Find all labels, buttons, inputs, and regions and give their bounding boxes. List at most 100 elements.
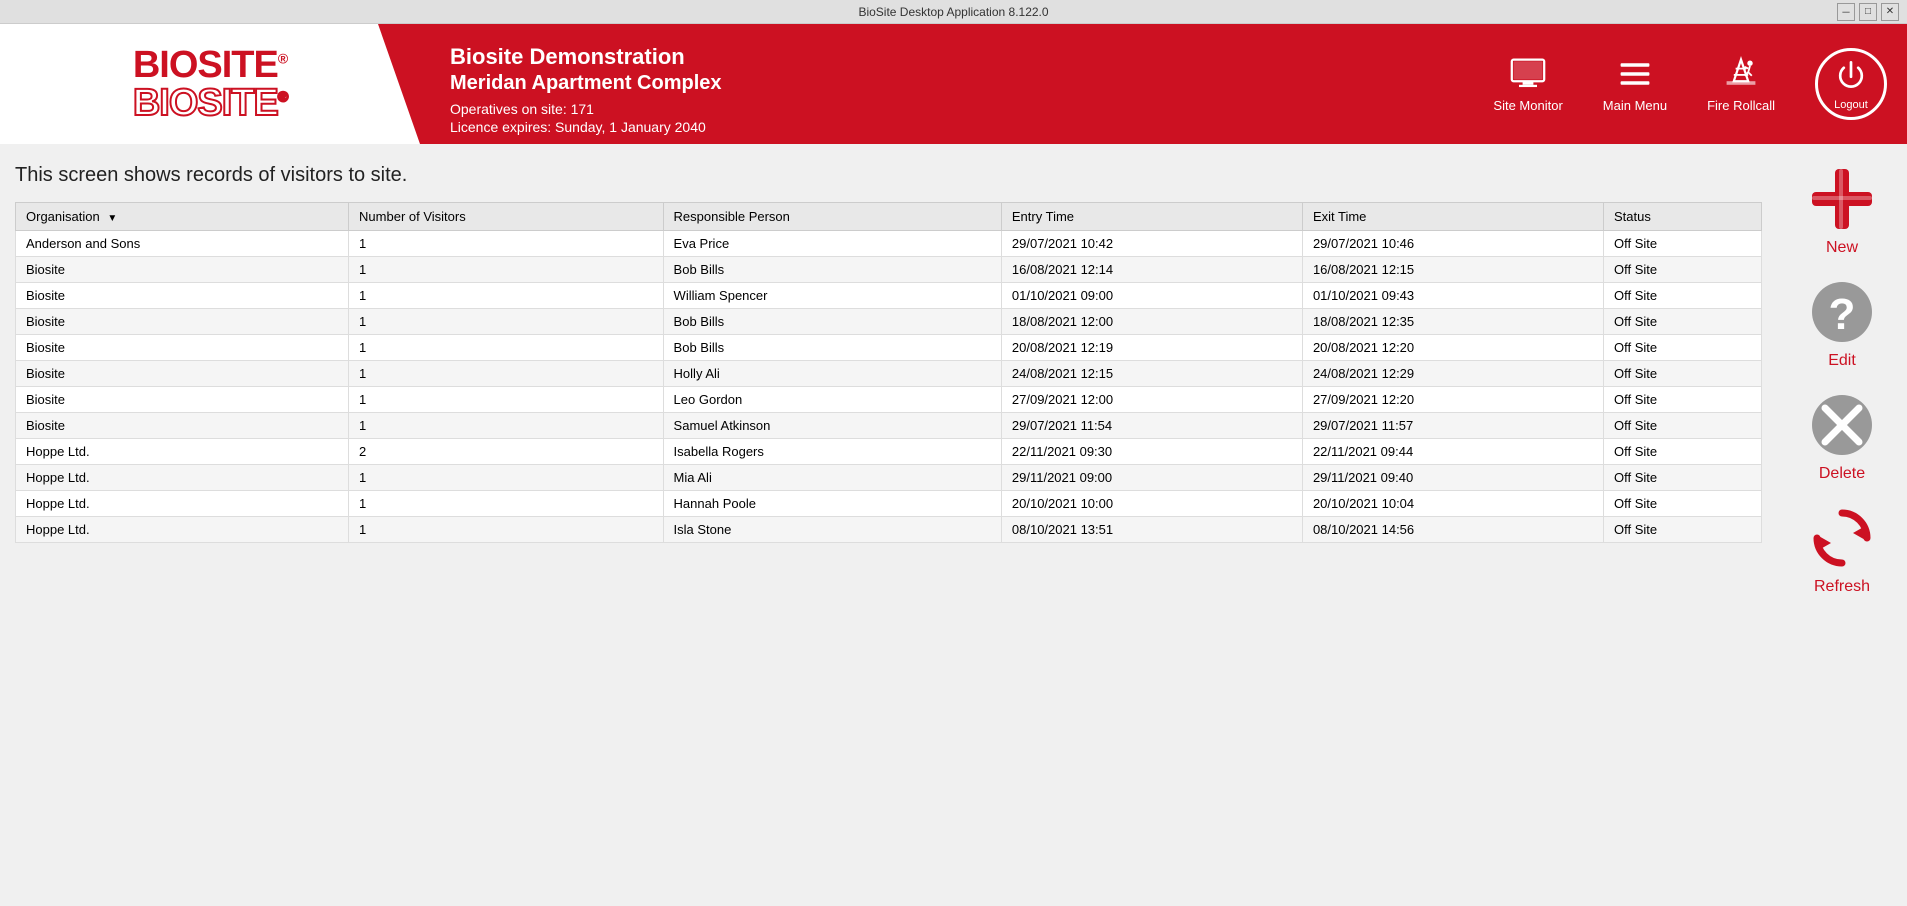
cell-exit: 20/10/2021 10:04 xyxy=(1302,491,1603,517)
cell-responsible: Bob Bills xyxy=(663,257,1001,283)
table-row[interactable]: Hoppe Ltd. 1 Hannah Poole 20/10/2021 10:… xyxy=(16,491,1762,517)
cell-entry: 29/11/2021 09:00 xyxy=(1001,465,1302,491)
edit-icon: ? xyxy=(1807,277,1877,347)
main-menu-button[interactable]: Main Menu xyxy=(1583,24,1687,144)
cell-visitors: 2 xyxy=(349,439,664,465)
cell-responsible: Samuel Atkinson xyxy=(663,413,1001,439)
site-monitor-button[interactable]: Site Monitor xyxy=(1473,24,1582,144)
window-title: BioSite Desktop Application 8.122.0 xyxy=(858,5,1048,19)
cell-status: Off Site xyxy=(1603,361,1761,387)
table-row[interactable]: Biosite 1 William Spencer 01/10/2021 09:… xyxy=(16,283,1762,309)
refresh-icon xyxy=(1807,503,1877,573)
cell-exit: 22/11/2021 09:44 xyxy=(1302,439,1603,465)
col-status: Status xyxy=(1603,203,1761,231)
cell-status: Off Site xyxy=(1603,283,1761,309)
table-row[interactable]: Biosite 1 Samuel Atkinson 29/07/2021 11:… xyxy=(16,413,1762,439)
logo-area: BIOSITE® BIOSITE® xyxy=(0,24,420,144)
cell-status: Off Site xyxy=(1603,257,1761,283)
cell-organisation: Anderson and Sons xyxy=(16,231,349,257)
close-button[interactable]: ✕ xyxy=(1881,3,1899,21)
cell-status: Off Site xyxy=(1603,335,1761,361)
cell-visitors: 1 xyxy=(349,257,664,283)
logo-biosite-top: BIOSITE® xyxy=(133,46,287,84)
title-bar: BioSite Desktop Application 8.122.0 － □ … xyxy=(0,0,1907,24)
cell-responsible: Mia Ali xyxy=(663,465,1001,491)
cell-responsible: Holly Ali xyxy=(663,361,1001,387)
new-button[interactable]: New xyxy=(1787,159,1897,262)
table-row[interactable]: Anderson and Sons 1 Eva Price 29/07/2021… xyxy=(16,231,1762,257)
cell-visitors: 1 xyxy=(349,361,664,387)
delete-label: Delete xyxy=(1819,465,1865,483)
cell-entry: 24/08/2021 12:15 xyxy=(1001,361,1302,387)
col-exit: Exit Time xyxy=(1302,203,1603,231)
table-row[interactable]: Hoppe Ltd. 1 Mia Ali 29/11/2021 09:00 29… xyxy=(16,465,1762,491)
cell-responsible: Isla Stone xyxy=(663,517,1001,543)
cell-exit: 29/07/2021 10:46 xyxy=(1302,231,1603,257)
table-row[interactable]: Biosite 1 Holly Ali 24/08/2021 12:15 24/… xyxy=(16,361,1762,387)
logout-button[interactable]: Logout xyxy=(1815,48,1887,120)
table-row[interactable]: Biosite 1 Leo Gordon 27/09/2021 12:00 27… xyxy=(16,387,1762,413)
main-content: This screen shows records of visitors to… xyxy=(0,144,1907,906)
cell-exit: 20/08/2021 12:20 xyxy=(1302,335,1603,361)
cell-entry: 27/09/2021 12:00 xyxy=(1001,387,1302,413)
cell-exit: 29/11/2021 09:40 xyxy=(1302,465,1603,491)
cell-organisation: Biosite xyxy=(16,335,349,361)
minimize-button[interactable]: － xyxy=(1837,3,1855,21)
operatives-count: Operatives on site: 171 xyxy=(450,101,1443,117)
cell-visitors: 1 xyxy=(349,491,664,517)
col-entry: Entry Time xyxy=(1001,203,1302,231)
logout-icon xyxy=(1833,57,1869,93)
col-organisation[interactable]: Organisation ▼ xyxy=(16,203,349,231)
menu-icon xyxy=(1617,56,1653,92)
col-responsible: Responsible Person xyxy=(663,203,1001,231)
main-menu-label: Main Menu xyxy=(1603,98,1667,113)
sort-arrow-org: ▼ xyxy=(107,213,117,224)
header-info: Biosite Demonstration Meridan Apartment … xyxy=(420,24,1473,144)
cell-visitors: 1 xyxy=(349,413,664,439)
table-row[interactable]: Biosite 1 Bob Bills 16/08/2021 12:14 16/… xyxy=(16,257,1762,283)
cell-responsible: Hannah Poole xyxy=(663,491,1001,517)
cell-entry: 16/08/2021 12:14 xyxy=(1001,257,1302,283)
monitor-icon xyxy=(1510,56,1546,92)
cell-exit: 27/09/2021 12:20 xyxy=(1302,387,1603,413)
cell-entry: 08/10/2021 13:51 xyxy=(1001,517,1302,543)
refresh-button[interactable]: Refresh xyxy=(1787,498,1897,601)
new-label: New xyxy=(1826,239,1858,257)
cell-status: Off Site xyxy=(1603,309,1761,335)
cell-exit: 29/07/2021 11:57 xyxy=(1302,413,1603,439)
table-row[interactable]: Biosite 1 Bob Bills 20/08/2021 12:19 20/… xyxy=(16,335,1762,361)
cell-exit: 18/08/2021 12:35 xyxy=(1302,309,1603,335)
cell-organisation: Biosite xyxy=(16,361,349,387)
edit-button[interactable]: ? Edit xyxy=(1787,272,1897,375)
delete-button[interactable]: Delete xyxy=(1787,385,1897,488)
fire-rollcall-icon xyxy=(1723,56,1759,92)
table-row[interactable]: Hoppe Ltd. 2 Isabella Rogers 22/11/2021 … xyxy=(16,439,1762,465)
cell-organisation: Biosite xyxy=(16,387,349,413)
cell-status: Off Site xyxy=(1603,465,1761,491)
cell-responsible: Isabella Rogers xyxy=(663,439,1001,465)
cell-entry: 20/10/2021 10:00 xyxy=(1001,491,1302,517)
cell-organisation: Biosite xyxy=(16,309,349,335)
col-visitors: Number of Visitors xyxy=(349,203,664,231)
cell-visitors: 1 xyxy=(349,335,664,361)
cell-organisation: Biosite xyxy=(16,257,349,283)
cell-exit: 24/08/2021 12:29 xyxy=(1302,361,1603,387)
table-row[interactable]: Biosite 1 Bob Bills 18/08/2021 12:00 18/… xyxy=(16,309,1762,335)
svg-text:?: ? xyxy=(1829,290,1856,339)
cell-organisation: Hoppe Ltd. xyxy=(16,439,349,465)
fire-rollcall-button[interactable]: Fire Rollcall xyxy=(1687,24,1795,144)
maximize-button[interactable]: □ xyxy=(1859,3,1877,21)
page-description: This screen shows records of visitors to… xyxy=(15,164,1762,187)
site-name: Meridan Apartment Complex xyxy=(450,72,1443,95)
cell-visitors: 1 xyxy=(349,283,664,309)
cell-responsible: Bob Bills xyxy=(663,335,1001,361)
cell-status: Off Site xyxy=(1603,491,1761,517)
delete-icon xyxy=(1807,390,1877,460)
cell-status: Off Site xyxy=(1603,413,1761,439)
fire-rollcall-label: Fire Rollcall xyxy=(1707,98,1775,113)
cell-exit: 08/10/2021 14:56 xyxy=(1302,517,1603,543)
cell-status: Off Site xyxy=(1603,231,1761,257)
table-row[interactable]: Hoppe Ltd. 1 Isla Stone 08/10/2021 13:51… xyxy=(16,517,1762,543)
cell-entry: 29/07/2021 11:54 xyxy=(1001,413,1302,439)
licence-expiry: Licence expires: Sunday, 1 January 2040 xyxy=(450,119,1443,135)
